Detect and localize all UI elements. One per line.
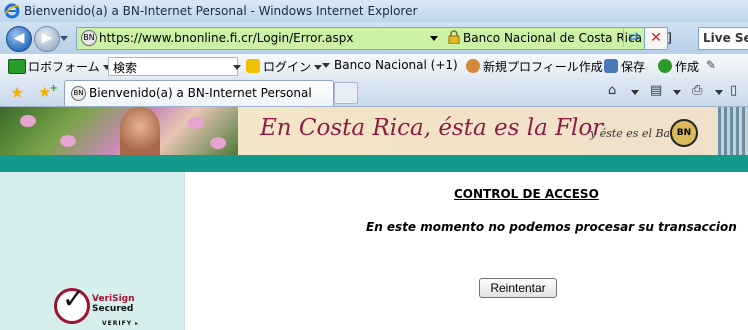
star-icon — [246, 59, 260, 73]
page-title: CONTROL DE ACCESO — [454, 187, 599, 201]
site-favicon-icon: BN — [81, 30, 97, 46]
back-button[interactable]: ◀ — [6, 26, 32, 52]
banner-woman-image — [120, 107, 160, 155]
orchid-flower — [20, 115, 36, 127]
live-search-box[interactable]: Live Sea — [698, 27, 748, 50]
tab-title: Bienvenido(a) a BN-Internet Personal — [89, 86, 312, 100]
bank-banner: En Costa Rica, ésta es la Flor y éste es… — [0, 107, 748, 155]
tab-bn-internet[interactable]: BN Bienvenido(a) a BN-Internet Personal — [64, 80, 334, 106]
verisign-checkmark: ✓ — [62, 282, 86, 315]
banner-building-image — [718, 107, 748, 155]
refresh-icon[interactable]: ⇄ — [623, 28, 644, 47]
error-message: En este momento no podemos procesar su t… — [366, 220, 737, 234]
banco-nacional-login[interactable]: Banco Nacional (+1) — [322, 58, 458, 72]
feeds-dropdown-icon[interactable] — [673, 90, 681, 95]
chevron-down-icon — [314, 65, 323, 70]
recent-pages-dropdown[interactable] — [60, 36, 68, 41]
person-icon — [466, 59, 480, 73]
verisign-name: VeriSign — [92, 294, 135, 304]
lock-icon[interactable] — [448, 30, 460, 44]
teal-separator-band — [0, 155, 748, 172]
login-button[interactable]: ログイン — [246, 58, 323, 75]
lightning-icon — [658, 59, 672, 73]
roboform-label: ロボフォーム — [28, 60, 100, 74]
toolbar-search-placeholder: 検索 — [113, 61, 138, 75]
toolbar-search-input[interactable]: 検索 — [108, 57, 238, 76]
tab-favicon-icon: BN — [71, 86, 86, 101]
banner-photo — [0, 107, 238, 155]
page-menu-icon[interactable]: ▯ — [730, 83, 737, 98]
verisign-secured: Secured — [92, 304, 134, 314]
forward-button[interactable]: ▶ — [34, 26, 60, 52]
retry-button[interactable]: Reintentar — [479, 278, 557, 298]
pen-icon[interactable]: ✎ — [706, 58, 716, 72]
search-dropdown-icon[interactable] — [233, 65, 241, 70]
verisign-verify: VERIFY ▸ — [102, 320, 140, 327]
new-profile-button[interactable]: 新規プロフィール作成 — [466, 58, 603, 75]
window-titlebar: Bienvenido(a) a BN-Internet Personal - W… — [0, 0, 748, 22]
window-title: Bienvenido(a) a BN-Internet Personal - W… — [24, 4, 418, 18]
banco-nacional-label: Banco Nacional (+1) — [334, 58, 458, 72]
save-label: 保存 — [621, 60, 646, 74]
address-url[interactable]: https://www.bnonline.fi.cr/Login/Error.a… — [99, 31, 353, 45]
orchid-flower — [210, 137, 226, 149]
feeds-icon[interactable]: ▤ — [650, 83, 662, 98]
address-bar[interactable]: BN https://www.bnonline.fi.cr/Login/Erro… — [76, 27, 672, 50]
internet-explorer-icon — [4, 3, 20, 19]
stop-button[interactable]: ✕ — [644, 27, 668, 50]
address-dropdown-icon[interactable] — [430, 36, 438, 41]
create-button[interactable]: 作成 — [658, 58, 699, 75]
live-search-placeholder: Live Sea — [703, 31, 748, 45]
chevron-down-icon — [322, 63, 330, 68]
new-profile-label: 新規プロフィール作成 — [483, 60, 603, 74]
column-divider — [184, 172, 185, 330]
add-favorite-icon[interactable]: ★ — [38, 83, 60, 101]
print-dropdown-icon[interactable] — [715, 90, 723, 95]
roboform-icon[interactable] — [8, 59, 26, 74]
print-icon[interactable]: ⎙ — [692, 83, 702, 98]
favorites-star-icon[interactable]: ★ — [10, 83, 24, 102]
tab-bar: ★ ★ BN Bienvenido(a) a BN-Internet Perso… — [0, 78, 748, 107]
orchid-flower — [60, 135, 76, 147]
save-button[interactable]: 保存 — [604, 58, 645, 75]
orchid-flower — [188, 117, 204, 129]
bn-logo: BN — [670, 119, 698, 147]
new-tab-button[interactable] — [334, 82, 358, 104]
banner-slogan: En Costa Rica, ésta es la Flor — [260, 115, 604, 141]
home-icon[interactable]: ⌂ — [608, 83, 616, 98]
verisign-seal[interactable]: ✓ VeriSign Secured VERIFY ▸ — [54, 282, 164, 328]
navigation-bar: ◀ ▶ BN https://www.bnonline.fi.cr/Login/… — [0, 22, 748, 54]
save-icon — [604, 59, 618, 73]
roboform-toolbar: ロボフォーム 検索 ログイン Banco Nacional (+1) 新規プロフ… — [0, 54, 748, 79]
create-label: 作成 — [675, 60, 700, 74]
login-label: ログイン — [263, 60, 312, 74]
roboform-menu[interactable]: ロボフォーム — [28, 58, 111, 75]
home-dropdown-icon[interactable] — [631, 90, 639, 95]
